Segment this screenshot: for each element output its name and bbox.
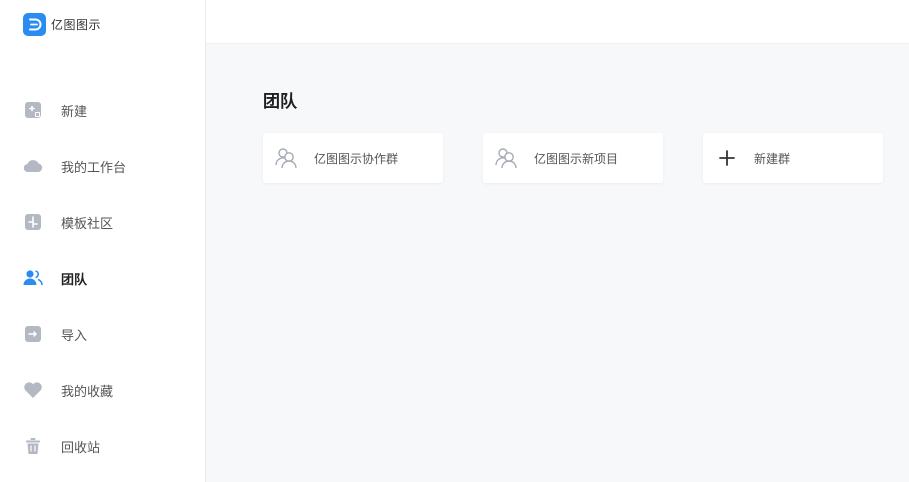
sidebar-item-label: 回收站 [61, 440, 101, 456]
team-card-label: 亿图图示协作群 [314, 151, 399, 166]
sidebar-nav: 新建 我的工作台 模板社区 团队 导入 我的收藏 回收站 [0, 82, 205, 474]
group-icon [275, 146, 299, 170]
sidebar-item-team[interactable]: 团队 [0, 250, 205, 306]
heart-icon [23, 380, 43, 400]
sidebar-item-templates[interactable]: 模板社区 [0, 194, 205, 250]
team-card[interactable]: 亿图图示协作群 [263, 133, 443, 183]
sidebar-item-favorites[interactable]: 我的收藏 [0, 362, 205, 418]
team-card-label: 亿图图示新项目 [534, 151, 619, 166]
new-group-button[interactable]: 新建群 [703, 133, 883, 183]
sidebar-item-workspace[interactable]: 我的工作台 [0, 138, 205, 194]
page-title: 团队 [263, 92, 297, 112]
import-icon [23, 324, 43, 344]
cloud-icon [23, 156, 43, 176]
sidebar-item-label: 我的工作台 [61, 160, 127, 176]
sidebar-item-new[interactable]: 新建 [0, 82, 205, 138]
sidebar-item-label: 模板社区 [61, 216, 114, 232]
main-content: 团队 亿图图示协作群 亿图图示新项目 新建群 [206, 0, 909, 482]
template-icon [23, 212, 43, 232]
brand-name: 亿图图示 [51, 17, 102, 32]
edraw-logo-icon [23, 12, 46, 36]
sidebar-item-label: 我的收藏 [61, 384, 114, 400]
trash-icon [23, 436, 43, 456]
plus-icon [715, 146, 739, 170]
sidebar-item-label: 团队 [61, 272, 88, 288]
app-window: 亿图图示 新建 我的工作台 模板社区 团队 导入 我的收藏 回收站 团队 亿图图… [0, 0, 909, 482]
new-file-icon [23, 100, 43, 120]
team-icon [23, 268, 43, 288]
team-card-list: 亿图图示协作群 亿图图示新项目 新建群 [263, 133, 909, 183]
sidebar-item-import[interactable]: 导入 [0, 306, 205, 362]
brand[interactable]: 亿图图示 [23, 12, 101, 36]
sidebar-item-label: 导入 [61, 328, 88, 344]
team-card[interactable]: 亿图图示新项目 [483, 133, 663, 183]
sidebar-item-trash[interactable]: 回收站 [0, 418, 205, 474]
sidebar-item-label: 新建 [61, 104, 88, 120]
sidebar: 亿图图示 新建 我的工作台 模板社区 团队 导入 我的收藏 回收站 [0, 0, 206, 482]
new-group-label: 新建群 [754, 151, 791, 166]
group-icon [495, 146, 519, 170]
top-bar [206, 0, 909, 44]
